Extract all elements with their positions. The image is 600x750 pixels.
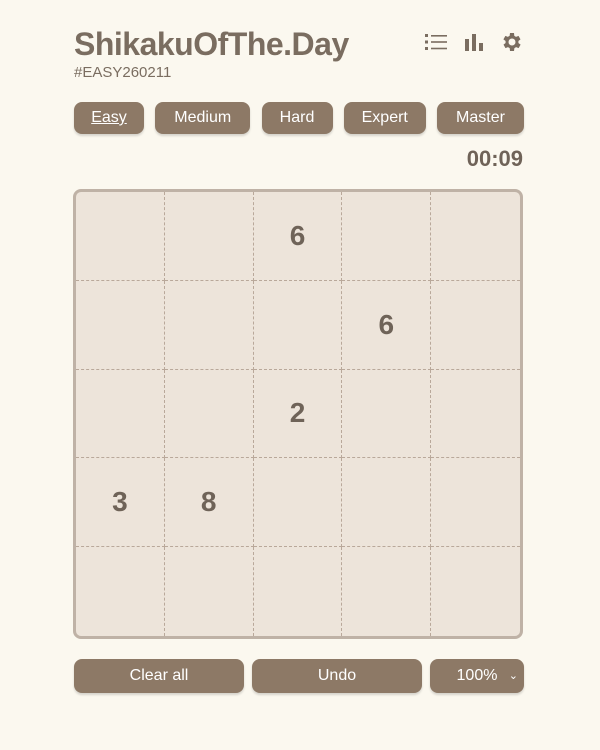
difficulty-hard-label: Hard [279, 109, 315, 126]
difficulty-medium-button[interactable]: Medium [155, 102, 251, 134]
board-cell[interactable] [431, 547, 520, 636]
board-cell[interactable]: 8 [164, 458, 254, 548]
difficulty-expert-button[interactable]: Expert [343, 102, 426, 134]
board-cell[interactable] [164, 192, 254, 281]
board-cell[interactable] [76, 192, 165, 281]
board-cell[interactable] [76, 369, 165, 459]
zoom-value: 100% [456, 667, 498, 684]
board-cell[interactable]: 6 [253, 192, 343, 281]
board-cell[interactable] [431, 192, 520, 281]
clear-all-button[interactable]: Clear all [74, 659, 244, 693]
gear-icon[interactable] [500, 30, 524, 54]
difficulty-hard-button[interactable]: Hard [261, 102, 333, 134]
difficulty-master-button[interactable]: Master [437, 102, 524, 134]
board-cell[interactable] [431, 281, 520, 370]
toolbar [424, 30, 524, 54]
footer-controls: Clear all Undo 100% ⌄ [74, 659, 524, 693]
zoom-select[interactable]: 100% ⌄ [430, 659, 524, 693]
board-cell[interactable] [342, 458, 432, 548]
board-cell[interactable]: 6 [342, 280, 432, 370]
puzzle-board: 66238 [73, 189, 523, 639]
header: ShikakuOfThe.Day #EASY260211 [74, 24, 524, 82]
board-cell[interactable] [164, 369, 254, 459]
timer: 00:09 [466, 146, 523, 171]
board-cell[interactable]: 3 [76, 458, 165, 548]
clear-all-label: Clear all [129, 667, 189, 684]
board-grid: 66238 [76, 192, 520, 636]
board-cell[interactable] [164, 280, 254, 370]
difficulty-easy-button[interactable]: Easy [74, 102, 144, 134]
board-cell[interactable] [431, 458, 520, 548]
undo-button[interactable]: Undo [252, 659, 422, 693]
board-cell[interactable] [342, 369, 432, 459]
board-cell[interactable] [165, 547, 254, 636]
list-icon[interactable] [424, 30, 448, 54]
board-cell[interactable]: 2 [253, 369, 343, 459]
board-cell[interactable] [253, 458, 343, 548]
board-cell[interactable] [342, 192, 432, 281]
stats-icon[interactable] [462, 30, 486, 54]
board-cell[interactable] [431, 370, 520, 459]
chevron-down-icon: ⌄ [508, 670, 518, 682]
difficulty-medium-label: Medium [174, 109, 232, 126]
board-cell[interactable] [253, 280, 343, 370]
puzzle-id: #EASY260211 [74, 64, 172, 81]
undo-label: Undo [317, 667, 357, 684]
board-cell[interactable] [76, 547, 165, 636]
difficulty-expert-label: Expert [361, 109, 408, 126]
difficulty-master-label: Master [456, 109, 505, 126]
difficulty-easy-label: Easy [91, 109, 127, 126]
difficulty-selector: Easy Medium Hard Expert Master [74, 102, 524, 134]
board-cell[interactable] [342, 547, 432, 636]
board-cell[interactable] [254, 547, 343, 636]
board-cell[interactable] [76, 280, 165, 370]
